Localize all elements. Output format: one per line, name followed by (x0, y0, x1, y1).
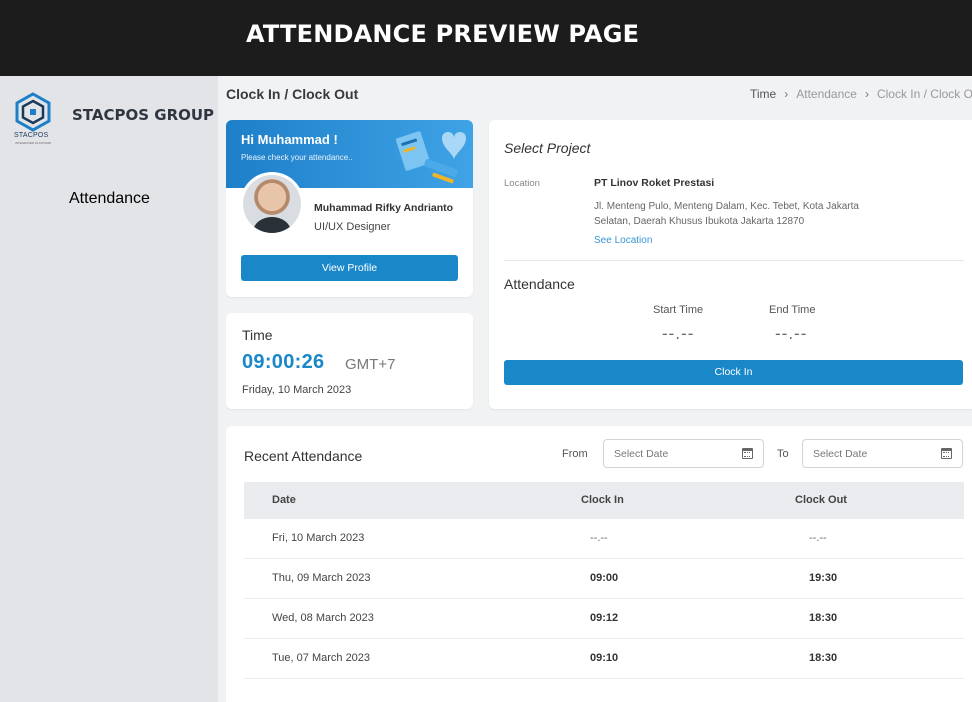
logo-wordmark: STACPOS (14, 132, 49, 139)
row-clock-out: 18:30 (809, 612, 838, 624)
start-time-value: --.-- (662, 324, 695, 343)
from-date-input[interactable]: Select Date (603, 439, 764, 468)
select-project-title: Select Project (504, 140, 591, 156)
recent-attendance-title: Recent Attendance (244, 448, 363, 464)
clock-in-button[interactable]: Clock In (504, 360, 963, 385)
from-date-placeholder: Select Date (614, 448, 669, 460)
to-date-input[interactable]: Select Date (802, 439, 963, 468)
stacpos-logo-icon (15, 92, 51, 132)
recent-attendance-card: Recent Attendance From Select Date To Se… (226, 426, 972, 702)
view-profile-button[interactable]: View Profile (241, 255, 458, 281)
attendance-title: Attendance (504, 276, 575, 292)
logo-tagline: INTEGRATED PLATFORM (15, 141, 52, 145)
table-row: Fri, 10 March 2023 --.-- --.-- (244, 519, 964, 559)
row-clock-in: 09:10 (590, 652, 619, 664)
calendar-icon[interactable] (742, 448, 753, 459)
row-clock-out: --.-- (809, 532, 827, 544)
breadcrumb-item-current: Clock In / Clock Out (876, 87, 972, 101)
greeting: Hi Muhammad ! (241, 132, 338, 147)
profile-name: Muhammad Rifky Andrianto (314, 202, 454, 214)
breadcrumb: Time › Attendance › Clock In / Clock Out (750, 87, 972, 101)
sidebar-item-attendance[interactable]: Attendance (69, 190, 150, 208)
project-card: Select Project Location PT Linov Roket P… (489, 120, 972, 409)
row-date: Thu, 09 March 2023 (272, 572, 371, 584)
column-header-date: Date (272, 494, 296, 506)
row-clock-out: 19:30 (809, 572, 838, 584)
row-date: Fri, 10 March 2023 (272, 532, 365, 544)
timezone: GMT+7 (345, 356, 396, 373)
profile-card: Hi Muhammad ! Please check your attendan… (226, 120, 473, 297)
chevron-right-icon: › (864, 87, 869, 101)
table-row: Tue, 07 March 2023 09:10 18:30 (244, 639, 964, 679)
column-header-clock-in: Clock In (581, 494, 624, 506)
top-banner: ATTENDANCE PREVIEW PAGE (0, 0, 972, 76)
breadcrumb-item-time[interactable]: Time (750, 87, 776, 101)
time-label: Time (242, 327, 273, 343)
avatar (240, 172, 304, 236)
greeting-subtitle: Please check your attendance.. (241, 153, 353, 162)
time-card: Time 09:00:26 GMT+7 Friday, 10 March 202… (226, 313, 473, 409)
end-time-value: --.-- (775, 324, 808, 343)
table-header: Date Clock In Clock Out (244, 482, 964, 519)
calendar-icon[interactable] (941, 448, 952, 459)
table-row: Wed, 08 March 2023 09:12 18:30 (244, 599, 964, 639)
logo: STACPOS INTEGRATED PLATFORM (13, 92, 53, 146)
location-label: Location (504, 178, 540, 189)
row-clock-in: 09:00 (590, 572, 619, 584)
location-name: PT Linov Roket Prestasi (594, 177, 715, 189)
location-address: Jl. Menteng Pulo, Menteng Dalam, Kec. Te… (594, 201, 859, 227)
breadcrumb-item-attendance[interactable]: Attendance (796, 87, 857, 101)
from-label: From (562, 448, 588, 460)
to-label: To (777, 448, 789, 460)
attendance-illustration-icon (395, 131, 466, 184)
page-title: Clock In / Clock Out (226, 86, 359, 102)
row-date: Tue, 07 March 2023 (272, 652, 371, 664)
see-location-link[interactable]: See Location (594, 235, 652, 246)
profile-role: UI/UX Designer (314, 221, 391, 233)
column-header-clock-out: Clock Out (795, 494, 847, 506)
to-date-placeholder: Select Date (813, 448, 868, 460)
end-time-label: End Time (769, 304, 816, 316)
current-date: Friday, 10 March 2023 (242, 384, 352, 396)
chevron-right-icon: › (784, 87, 789, 101)
banner-title: ATTENDANCE PREVIEW PAGE (246, 20, 640, 48)
brand-name: STACPOS GROUP (72, 106, 215, 124)
table-row: Thu, 09 March 2023 09:00 19:30 (244, 559, 964, 599)
row-clock-out: 18:30 (809, 652, 838, 664)
row-clock-in: 09:12 (590, 612, 619, 624)
sidebar: STACPOS INTEGRATED PLATFORM STACPOS GROU… (0, 76, 218, 702)
row-clock-in: --.-- (590, 532, 608, 544)
start-time-label: Start Time (653, 304, 704, 316)
main-content: Clock In / Clock Out Time › Attendance › Clo… (218, 76, 972, 702)
row-date: Wed, 08 March 2023 (272, 612, 374, 624)
divider (504, 260, 964, 261)
current-time: 09:00:26 (242, 351, 325, 373)
